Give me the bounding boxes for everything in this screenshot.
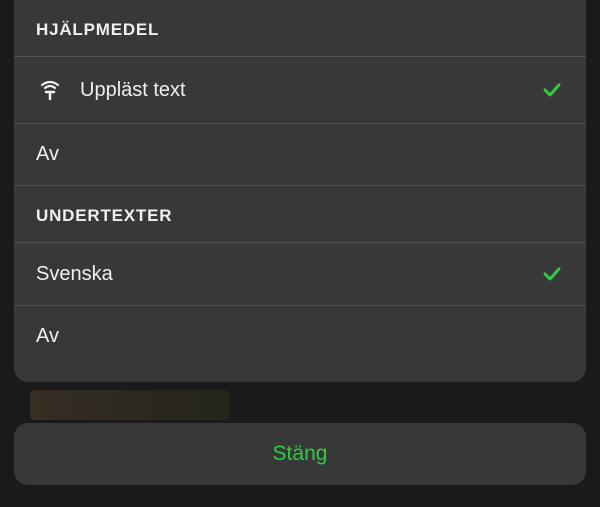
option-label: Av — [36, 143, 564, 166]
settings-sheet: HJÄLPMEDEL Uppläst text Av UNDERTEXTER S… — [14, 0, 586, 382]
close-button[interactable]: Stäng — [14, 423, 586, 485]
backdrop-thumbnail — [30, 390, 230, 420]
option-label: Av — [36, 325, 564, 348]
subtitles-section-header: UNDERTEXTER — [14, 186, 586, 243]
option-subtitle-swedish[interactable]: Svenska — [14, 243, 586, 306]
close-button-label: Stäng — [273, 442, 328, 466]
option-label: Uppläst text — [80, 79, 540, 102]
option-accessibility-off[interactable]: Av — [14, 124, 586, 186]
option-subtitle-off[interactable]: Av — [14, 306, 586, 367]
option-label: Svenska — [36, 263, 540, 286]
accessibility-section-header: HJÄLPMEDEL — [14, 0, 586, 57]
checkmark-icon — [540, 78, 564, 102]
checkmark-icon — [540, 262, 564, 286]
option-tts[interactable]: Uppläst text — [14, 57, 586, 124]
text-to-speech-icon — [36, 76, 64, 104]
